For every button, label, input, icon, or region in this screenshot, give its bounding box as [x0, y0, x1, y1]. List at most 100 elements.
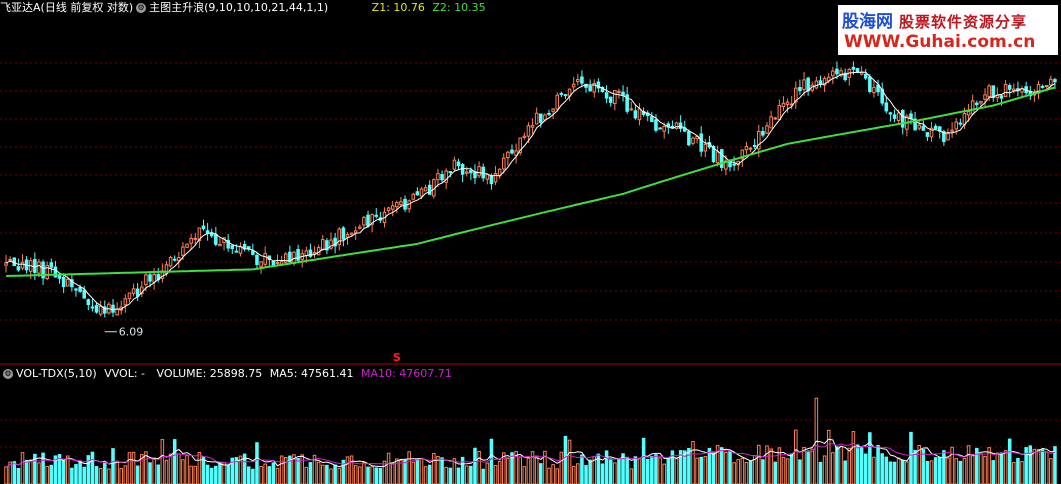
volume-bar — [251, 468, 255, 484]
volume-bar — [818, 461, 823, 484]
candle-body — [86, 299, 91, 306]
volume-bar — [937, 456, 942, 484]
volume-bar — [744, 462, 749, 484]
volume-bar — [781, 456, 786, 484]
candle-body — [563, 94, 568, 97]
candle-body — [172, 258, 177, 261]
gear-icon[interactable]: ⚙ — [3, 369, 13, 379]
volume-bar — [304, 466, 309, 484]
candle-body — [214, 233, 218, 245]
candle-body — [419, 188, 424, 197]
volume-bar — [259, 465, 263, 484]
volume-bar — [20, 452, 25, 484]
volume-bar — [37, 462, 41, 484]
volume-bar — [222, 462, 226, 484]
volume-bar — [946, 457, 950, 484]
volume-bar — [588, 459, 592, 484]
volume-bar — [489, 438, 494, 484]
candle-body — [950, 129, 954, 132]
candle-body — [662, 125, 666, 132]
volume-bar — [571, 466, 576, 484]
volume-bar — [802, 446, 806, 484]
volume-bar — [966, 445, 971, 484]
volume-bar — [201, 456, 206, 484]
volume-bar — [1032, 448, 1037, 484]
volume-bar — [765, 445, 769, 484]
volume-bar — [423, 466, 428, 484]
candle-body — [802, 79, 806, 90]
candle-body — [835, 68, 839, 75]
candle-body — [966, 111, 971, 116]
candle-body — [263, 253, 267, 265]
candle-body — [983, 94, 987, 100]
volume-bar — [674, 458, 679, 484]
candle-body — [987, 85, 991, 98]
volume-bar — [748, 460, 753, 484]
volume-bar — [991, 460, 996, 484]
candle-body — [900, 109, 905, 128]
candle-body — [1012, 88, 1016, 91]
volume-bar — [74, 464, 78, 484]
indicator-name[interactable]: 主图主升浪 — [149, 1, 204, 14]
volume-bar — [115, 460, 119, 484]
volume-bar — [970, 453, 975, 484]
stock-name: 飞亚达A — [0, 1, 41, 14]
candle-body — [345, 233, 350, 238]
candle-body — [489, 175, 494, 185]
candle-body — [177, 257, 181, 262]
candle-body — [193, 237, 198, 240]
volume-bar — [209, 467, 214, 484]
volume-bar — [958, 460, 963, 484]
candle-body — [152, 273, 156, 283]
volume-bar — [724, 452, 728, 484]
candle-body — [703, 143, 708, 152]
volume-bar — [617, 458, 621, 484]
volume-bar — [979, 453, 983, 484]
candle-body — [892, 114, 897, 119]
volume-bar — [1040, 449, 1045, 484]
volume-bar — [810, 448, 815, 484]
volume-bar — [444, 466, 448, 484]
volume-bar — [477, 450, 481, 484]
candle-body — [403, 198, 407, 210]
volume-bar — [415, 458, 420, 484]
volume-bar — [925, 460, 930, 484]
volume-bar — [913, 449, 917, 484]
volume-bar — [127, 452, 132, 484]
volume-bar — [888, 461, 893, 484]
gear-icon[interactable]: ⚙ — [136, 3, 147, 13]
volume-bar — [942, 450, 946, 484]
volume-value: VOLUME: 25898.75 — [156, 367, 263, 380]
volume-bar — [160, 439, 165, 484]
candle-body — [234, 250, 239, 253]
candle-body — [954, 121, 958, 130]
candle-body — [255, 254, 259, 265]
volume-bar — [123, 465, 128, 484]
candle-body — [135, 288, 140, 297]
volume-bar — [580, 454, 584, 484]
candle-body — [506, 151, 510, 159]
candle-body — [238, 246, 243, 254]
candle-body — [699, 133, 703, 152]
vol-indicator-params: (5,10) — [63, 367, 97, 380]
volume-bar — [826, 429, 831, 484]
volume-bar — [728, 451, 732, 484]
vol-indicator-name[interactable]: VOL-TDX — [16, 367, 64, 380]
volume-bar — [839, 445, 843, 484]
candle-body — [189, 237, 193, 244]
volume-bar — [1016, 458, 1020, 484]
candle-body — [831, 70, 835, 77]
candle-body — [765, 125, 769, 134]
candle-body — [970, 100, 975, 115]
volume-bar — [267, 466, 272, 484]
volume-bar — [362, 462, 366, 484]
candle-body — [98, 305, 103, 315]
candle-body — [785, 101, 790, 105]
volume-bar — [65, 455, 70, 484]
candle-body — [917, 124, 921, 129]
volume-bar — [49, 464, 54, 484]
volume-bar — [1044, 451, 1049, 484]
candle-body — [719, 149, 724, 168]
volume-bar — [806, 450, 810, 484]
volume-chart-header: ⚙ VOL-TDX(5,10) VVOL: - VOLUME: 25898.75 … — [0, 367, 452, 381]
